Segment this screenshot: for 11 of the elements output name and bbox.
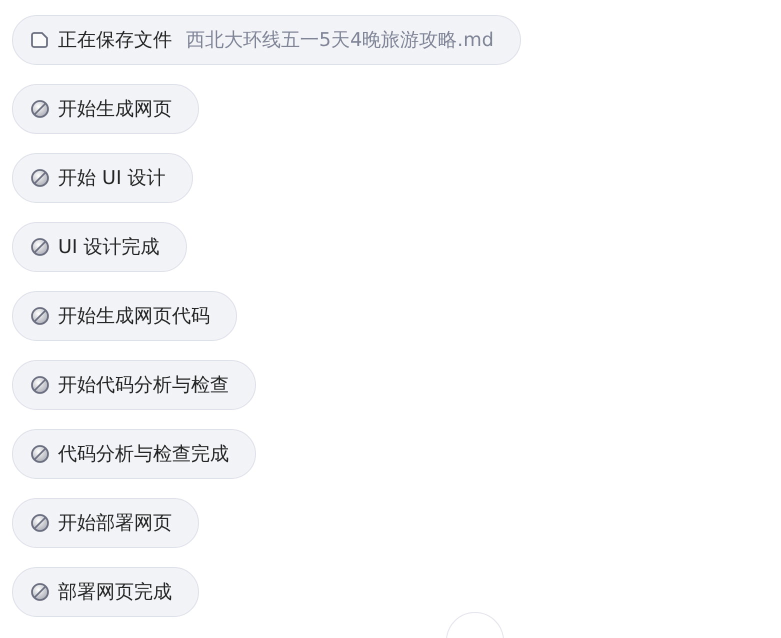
status-text: 部署网页完成 (58, 580, 172, 605)
status-text: 开始生成网页代码 (58, 304, 210, 329)
status-text: 代码分析与检查完成 (58, 442, 229, 467)
status-text: 正在保存文件 (58, 28, 172, 53)
file-name: 西北大环线五一5天4晚旅游攻略.md (186, 28, 494, 53)
status-text: 开始代码分析与检查 (58, 373, 229, 398)
status-text: 开始部署网页 (58, 511, 172, 536)
status-text: 开始 UI 设计 (58, 166, 166, 191)
status-text: 开始生成网页 (58, 97, 172, 122)
status-text: UI 设计完成 (58, 235, 160, 260)
file-icon (30, 30, 50, 50)
